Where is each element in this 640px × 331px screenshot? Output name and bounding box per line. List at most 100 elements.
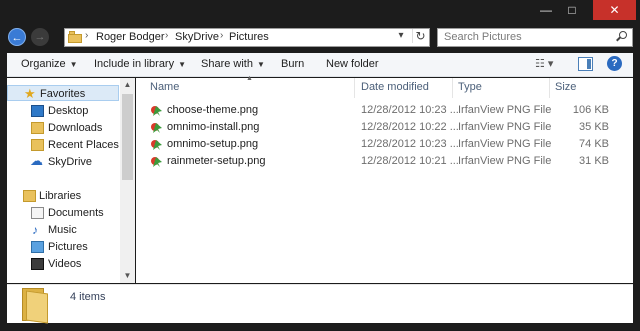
file-date: 12/28/2012 10:21 ...	[361, 155, 459, 167]
search-icon	[616, 31, 628, 43]
file-type: IrfanView PNG File	[458, 138, 552, 150]
search-input[interactable]: Search Pictures	[437, 28, 633, 47]
file-row[interactable]: choose-theme.png 12/28/2012 10:23 ... Ir…	[136, 102, 633, 119]
sidebar-item-libraries[interactable]: Libraries	[7, 188, 119, 204]
burn-button[interactable]: Burn	[281, 58, 304, 70]
scroll-thumb[interactable]	[122, 94, 133, 180]
address-bar[interactable]: › Roger Bodger › SkyDrive › Pictures ▾ ↻	[64, 28, 430, 47]
file-row[interactable]: omnimo-install.png 12/28/2012 10:22 ... …	[136, 119, 633, 136]
irfanview-png-icon	[150, 121, 163, 134]
sidebar-item-downloads[interactable]: Downloads	[7, 120, 119, 136]
file-date: 12/28/2012 10:22 ...	[361, 121, 459, 133]
chevron-down-icon: ▼	[178, 60, 187, 69]
sidebar-item-pictures[interactable]: Pictures	[7, 239, 119, 255]
file-size: 35 KB	[579, 121, 609, 133]
breadcrumb-roger-bodger[interactable]: Roger Bodger	[96, 31, 165, 43]
column-header-name[interactable]: Name	[150, 81, 179, 93]
breadcrumb-separator: ›	[165, 30, 169, 41]
column-header-type[interactable]: Type	[458, 81, 482, 93]
file-name: omnimo-install.png	[167, 121, 260, 133]
sidebar-item-videos[interactable]: Videos	[7, 256, 119, 272]
chevron-down-icon: ▼	[256, 60, 265, 69]
sidebar-item-label: Videos	[48, 258, 82, 270]
scroll-up-icon[interactable]: ▲	[120, 78, 135, 92]
include-in-library-button[interactable]: Include in library ▼	[94, 58, 186, 70]
close-button[interactable]: ✕	[593, 0, 636, 20]
file-name: omnimo-setup.png	[167, 138, 259, 150]
irfanview-png-icon	[150, 155, 163, 168]
breadcrumb-pictures[interactable]: Pictures	[229, 31, 269, 43]
back-button[interactable]: ←	[8, 28, 26, 46]
file-list: Name ▲ Date modified Type Size choose-th…	[136, 75, 633, 283]
sidebar-item-label: Music	[48, 224, 77, 236]
share-with-button[interactable]: Share with ▼	[201, 58, 265, 70]
sidebar-item-label: SkyDrive	[48, 156, 93, 168]
column-divider[interactable]	[452, 78, 453, 98]
folder-icon	[68, 31, 82, 43]
sidebar-item-skydrive[interactable]: ☁ SkyDrive	[7, 153, 119, 170]
sidebar-item-label: Pictures	[48, 241, 88, 253]
arrow-left-icon: ←	[11, 32, 23, 44]
documents-icon	[31, 207, 44, 219]
folder-icon	[22, 288, 52, 324]
pictures-icon	[31, 241, 44, 253]
sidebar-item-recent-places[interactable]: Recent Places	[7, 137, 119, 153]
sort-ascending-icon: ▲	[246, 75, 253, 82]
chevron-down-icon[interactable]: ▾	[394, 30, 408, 41]
sidebar-item-label: Libraries	[39, 190, 82, 202]
file-type: IrfanView PNG File	[458, 155, 552, 167]
maximize-button[interactable]: □	[559, 0, 585, 20]
sidebar-item-documents[interactable]: Documents	[7, 205, 119, 221]
file-type: IrfanView PNG File	[458, 104, 552, 116]
file-name: rainmeter-setup.png	[167, 155, 266, 167]
file-date: 12/28/2012 10:23 ...	[361, 104, 459, 116]
sidebar-item-label: Documents	[48, 207, 104, 219]
videos-icon	[31, 258, 44, 270]
scroll-down-icon[interactable]: ▼	[120, 269, 135, 283]
sidebar-item-favorites[interactable]: ★ Favorites	[7, 85, 119, 101]
breadcrumb-separator: ›	[220, 30, 224, 41]
item-count: 4 items	[70, 291, 106, 303]
desktop-icon	[31, 105, 44, 117]
explorer-window: — □ ✕ ← → › Roger Bodger › SkyDrive › Pi…	[0, 0, 640, 331]
sidebar-item-label: Downloads	[48, 122, 103, 134]
new-folder-button[interactable]: New folder	[326, 58, 379, 70]
star-icon: ★	[24, 86, 36, 101]
irfanview-png-icon	[150, 138, 163, 151]
column-divider[interactable]	[549, 78, 550, 98]
command-bar: Organize ▼ Include in library ▼ Share with…	[7, 53, 633, 77]
sidebar-item-label: Recent Places	[48, 139, 119, 151]
file-row[interactable]: rainmeter-setup.png 12/28/2012 10:21 ...…	[136, 153, 633, 170]
breadcrumb-separator: ›	[85, 30, 89, 41]
preview-pane-icon[interactable]	[578, 57, 593, 71]
organize-button[interactable]: Organize ▼	[21, 58, 78, 70]
forward-button[interactable]: →	[31, 28, 49, 46]
breadcrumb-skydrive[interactable]: SkyDrive	[175, 31, 219, 43]
file-name: choose-theme.png	[167, 104, 259, 116]
details-pane: 4 items	[7, 284, 633, 324]
file-type: IrfanView PNG File	[458, 121, 552, 133]
refresh-icon[interactable]: ↻	[412, 29, 428, 43]
include-in-library-label: Include in library	[94, 58, 175, 70]
sidebar-item-desktop[interactable]: Desktop	[7, 103, 119, 119]
chevron-down-icon: ▼	[69, 60, 78, 69]
music-icon: ♪	[32, 223, 38, 237]
libraries-icon	[23, 190, 36, 202]
share-with-label: Share with	[201, 58, 253, 70]
column-divider[interactable]	[354, 78, 355, 98]
file-size: 74 KB	[579, 138, 609, 150]
column-header-size[interactable]: Size	[555, 81, 576, 93]
column-header-date[interactable]: Date modified	[361, 81, 429, 93]
sidebar-item-music[interactable]: ♪ Music	[7, 222, 119, 238]
file-size: 31 KB	[579, 155, 609, 167]
sidebar-item-label: Favorites	[40, 88, 86, 100]
file-row[interactable]: omnimo-setup.png 12/28/2012 10:23 ... Ir…	[136, 136, 633, 153]
help-icon[interactable]: ?	[607, 56, 622, 71]
view-options-icon[interactable]: ☷ ▾	[535, 57, 557, 72]
sidebar-item-label: Desktop	[48, 105, 89, 117]
minimize-button[interactable]: —	[533, 0, 559, 20]
organize-label: Organize	[21, 58, 66, 70]
file-date: 12/28/2012 10:23 ...	[361, 138, 459, 150]
cloud-icon: ☁	[30, 153, 43, 168]
nav-scrollbar[interactable]: ▲ ▼	[120, 78, 135, 283]
